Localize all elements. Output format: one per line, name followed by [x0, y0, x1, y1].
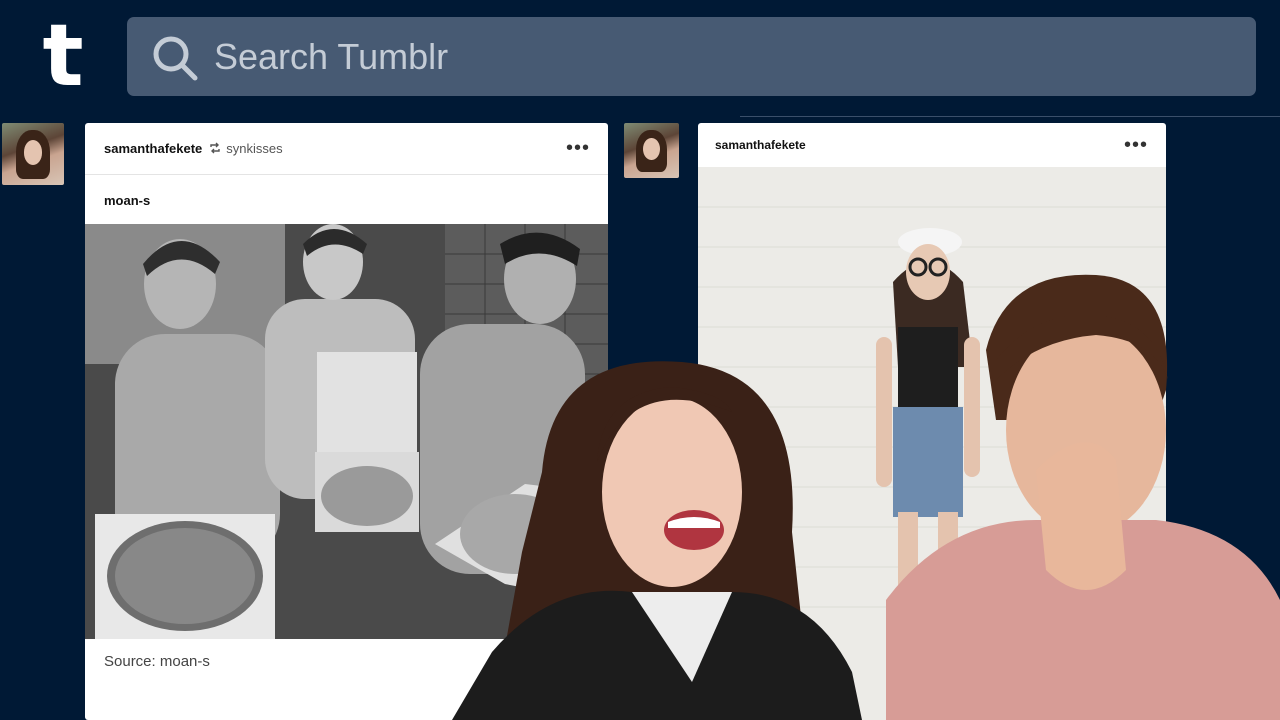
search-bar[interactable]: Search Tumblr	[127, 17, 1256, 96]
post-username[interactable]: samanthafekete	[715, 138, 806, 152]
reblogged-from-link[interactable]: synkisses	[226, 141, 282, 156]
post-username[interactable]: samanthafekete	[104, 141, 202, 156]
divider	[740, 116, 1280, 117]
reaction-person-woman	[432, 352, 862, 720]
reblog-icon	[210, 142, 220, 154]
source-blog-name[interactable]: moan-s	[104, 193, 150, 208]
post-header: samanthafekete •••	[698, 123, 1166, 166]
more-options-icon[interactable]: •••	[1124, 135, 1148, 155]
post-header: samanthafekete synkisses •••	[85, 123, 608, 173]
search-icon	[153, 36, 198, 81]
search-input[interactable]: Search Tumblr	[214, 37, 448, 77]
reaction-person-man	[886, 270, 1280, 720]
avatar[interactable]	[624, 123, 679, 178]
header-divider	[85, 174, 608, 175]
tumblr-logo[interactable]: t	[34, 12, 92, 100]
source-caption[interactable]: Source: moan-s	[104, 653, 210, 670]
more-options-icon[interactable]: •••	[566, 138, 590, 158]
avatar[interactable]	[2, 123, 64, 185]
